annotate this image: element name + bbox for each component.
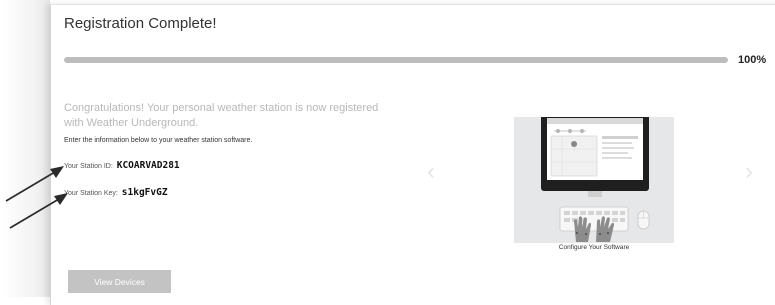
chevron-right-icon[interactable]: › [745, 160, 753, 184]
computer-software-setup-icon [514, 111, 674, 243]
station-id-label: Your Station ID: [64, 163, 113, 170]
station-id-value: KCOARVAD281 [116, 160, 180, 171]
page-margin [0, 0, 50, 297]
illustration-caption: Configure Your Software [558, 244, 630, 251]
arrow-icon [9, 193, 68, 229]
page-title: Registration Complete! [64, 15, 217, 32]
view-devices-button[interactable]: View Devices [68, 270, 171, 293]
progress-bar [64, 57, 728, 63]
station-key-value: s1kgFvGZ [121, 187, 168, 198]
software-illustration [541, 111, 650, 242]
station-key-label: Your Station Key: [64, 190, 118, 197]
progress-label: 100% [738, 54, 767, 66]
station-id-row: Your Station ID: KCOARVAD281 [64, 160, 180, 171]
progress-bar-fill [64, 57, 728, 63]
instructions-text: Enter the information below to your weat… [64, 137, 253, 144]
chevron-left-icon[interactable]: ‹ [427, 160, 435, 184]
station-key-row: Your Station Key: s1kgFvGZ [64, 187, 168, 198]
congratulations-message: Congratulations! Your personal weather s… [64, 102, 379, 129]
